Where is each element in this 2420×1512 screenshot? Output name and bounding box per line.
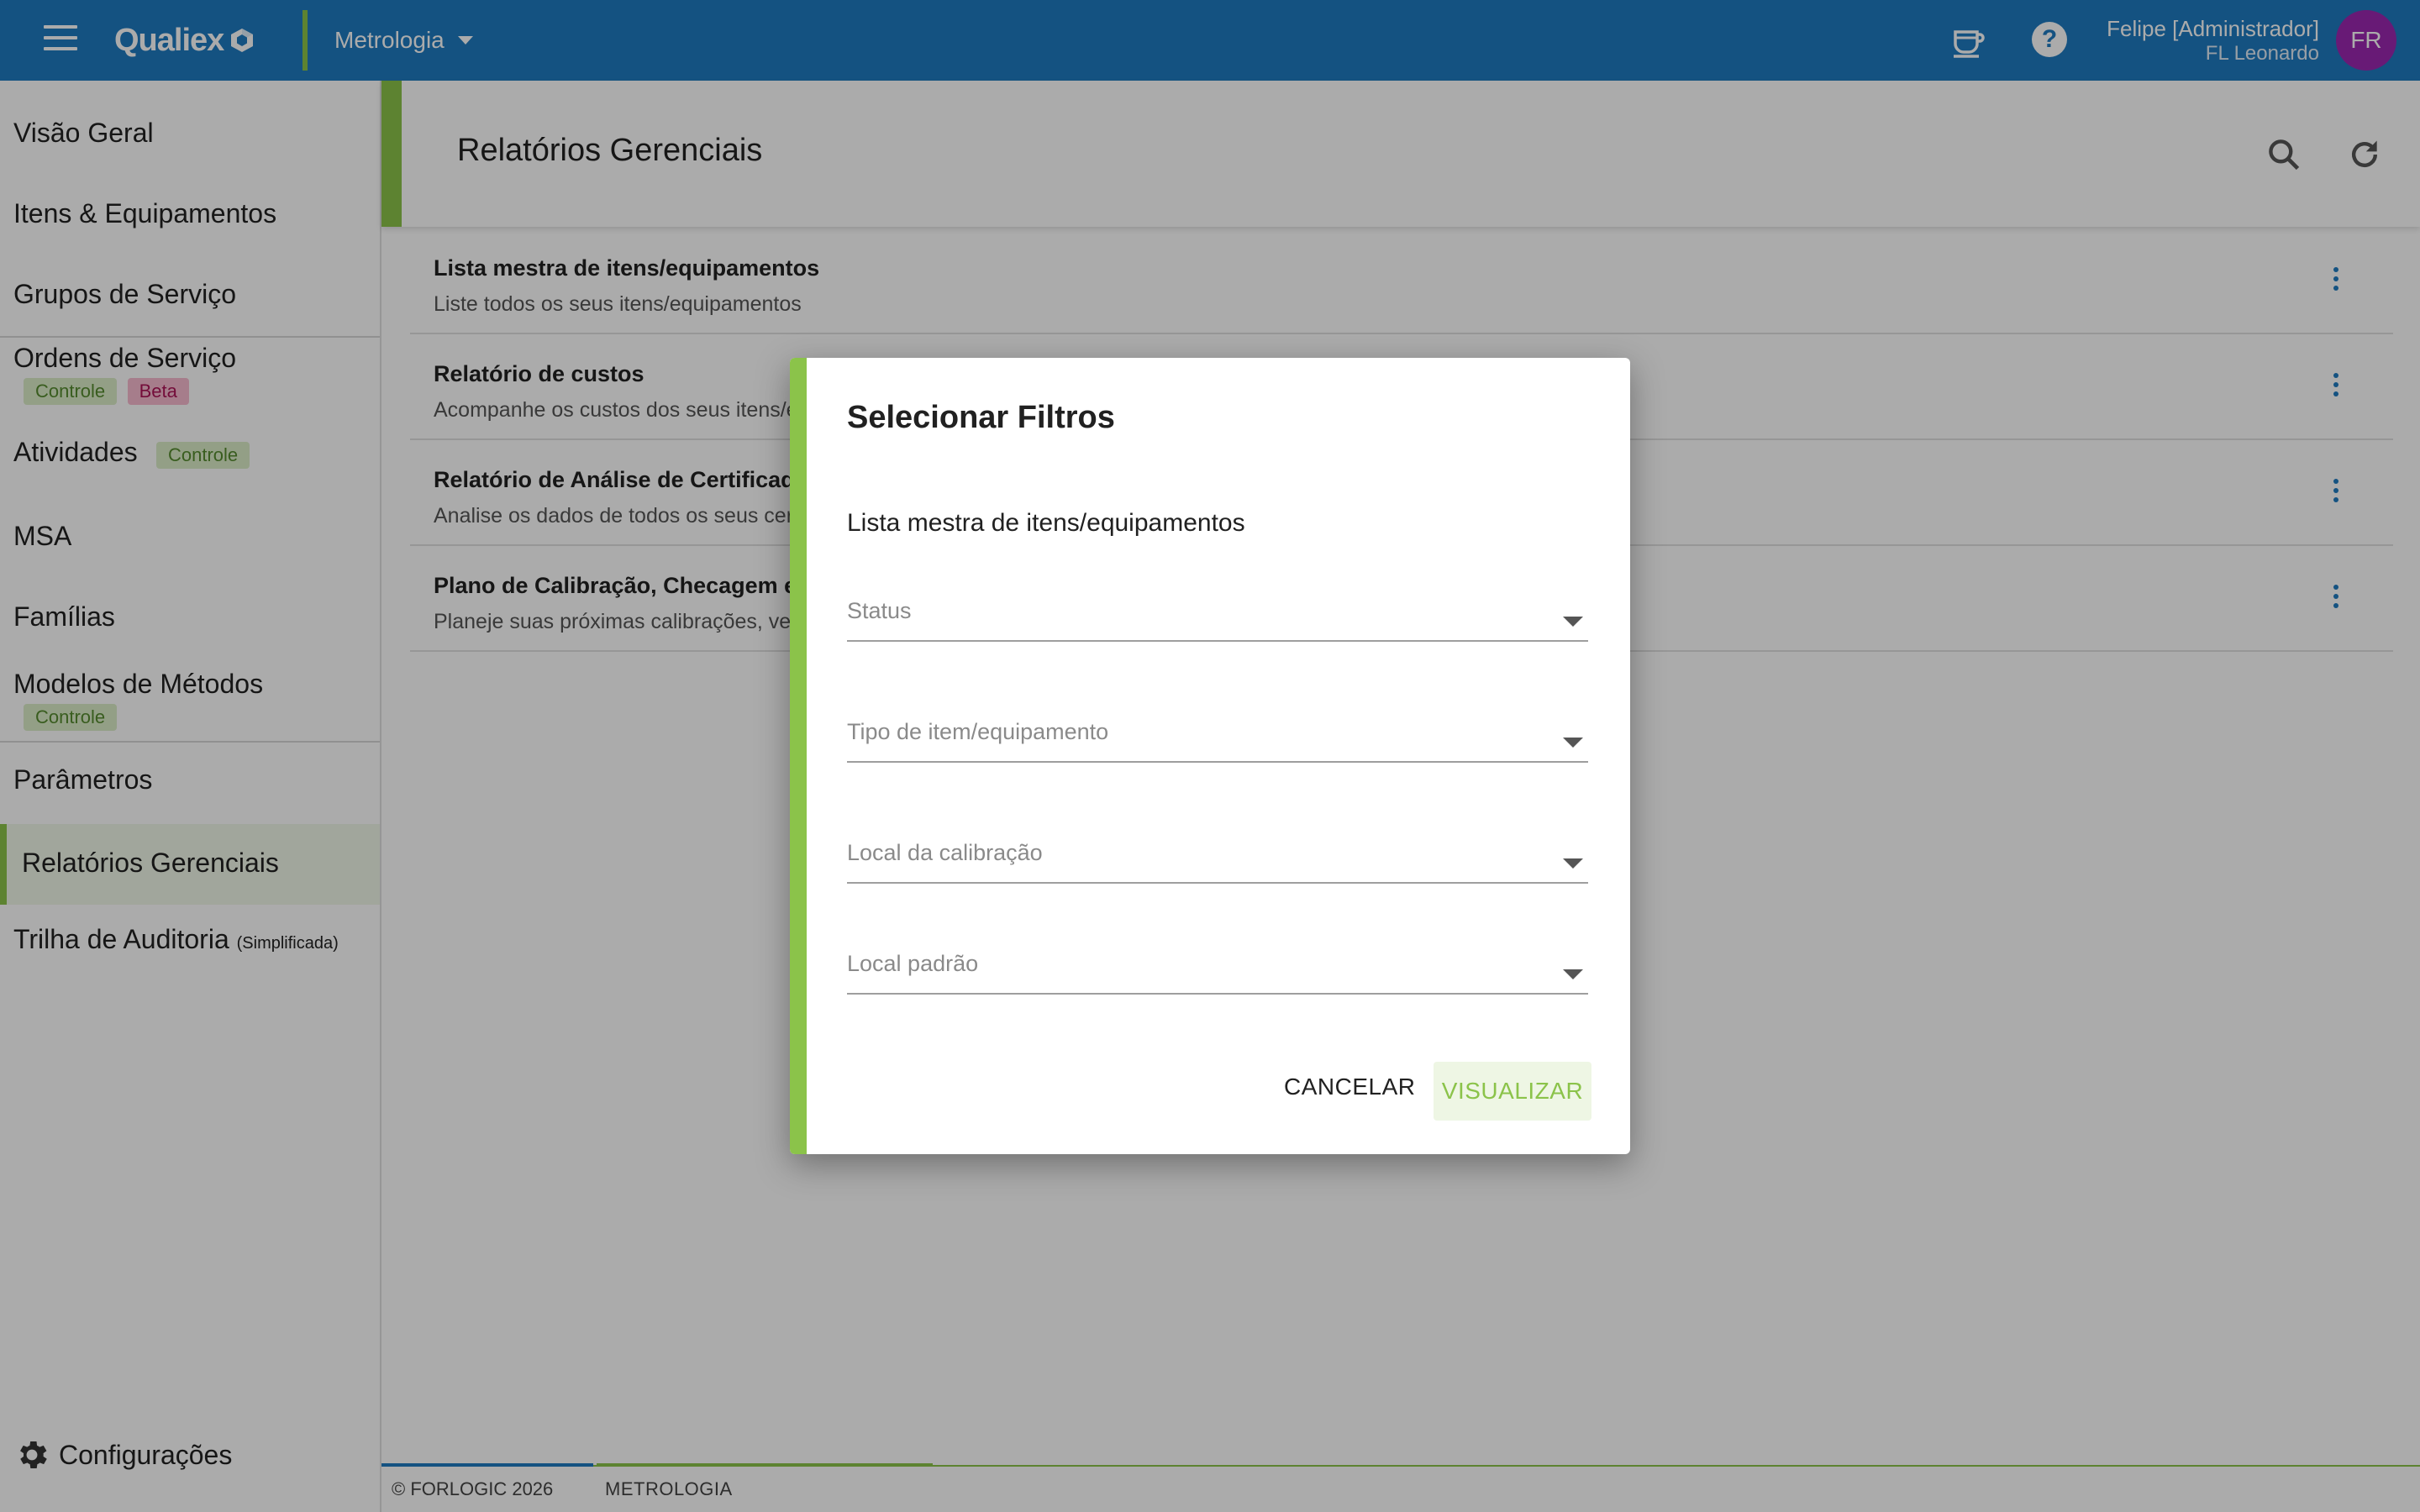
caret-down-icon — [1563, 858, 1583, 869]
default-location-select[interactable]: Local padrão — [847, 937, 1588, 995]
status-select-placeholder: Status — [847, 598, 912, 623]
item-type-select-placeholder: Tipo de item/equipamento — [847, 719, 1109, 744]
caret-down-icon — [1563, 617, 1583, 627]
view-button[interactable]: VISUALIZAR — [1434, 1062, 1591, 1121]
caret-down-icon — [1563, 738, 1583, 748]
default-location-select-placeholder: Local padrão — [847, 951, 979, 976]
dialog-title: Selecionar Filtros — [847, 400, 1115, 435]
caret-down-icon — [1563, 969, 1583, 979]
item-type-select[interactable]: Tipo de item/equipamento — [847, 706, 1588, 763]
calibration-location-select-placeholder: Local da calibração — [847, 840, 1043, 865]
filter-dialog: Selecionar Filtros Lista mestra de itens… — [790, 358, 1630, 1154]
cancel-button[interactable]: CANCELAR — [1272, 1062, 1427, 1112]
dialog-accent — [790, 358, 807, 1154]
dialog-subtitle: Lista mestra de itens/equipamentos — [847, 509, 1245, 537]
status-select[interactable]: Status — [847, 585, 1588, 642]
calibration-location-select[interactable]: Local da calibração — [847, 827, 1588, 884]
